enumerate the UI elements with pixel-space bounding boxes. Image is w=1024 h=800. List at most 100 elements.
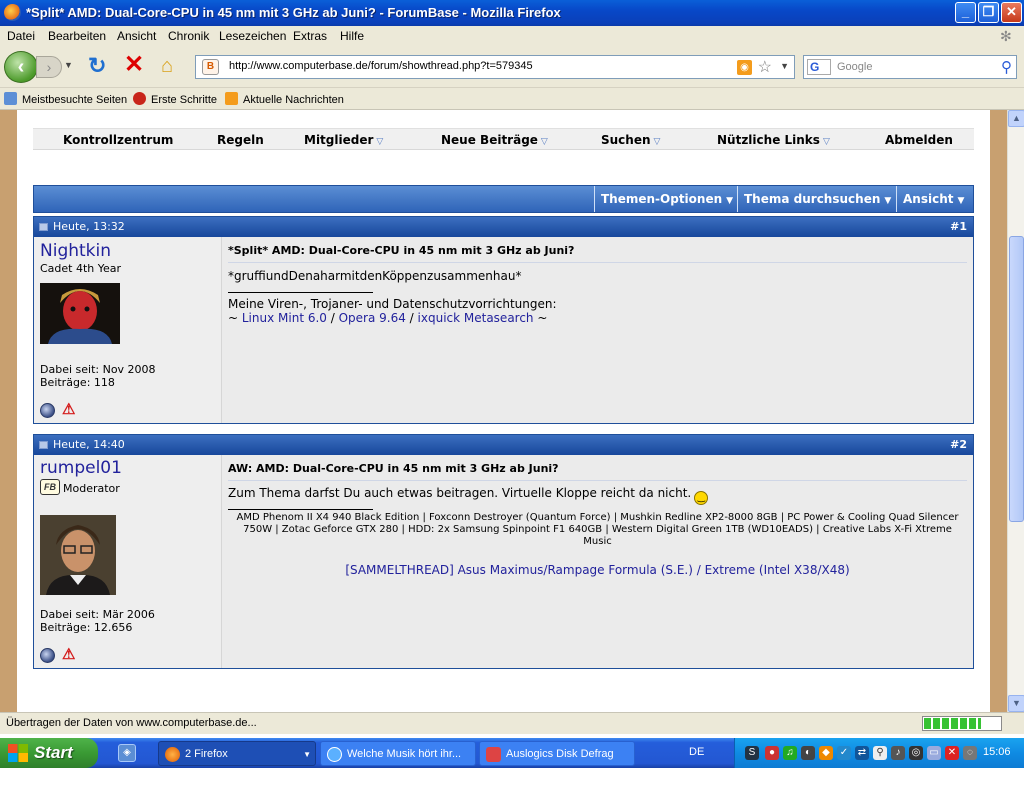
signature-link-linux-mint[interactable]: Linux Mint 6.0 xyxy=(242,311,327,325)
search-input[interactable]: Google xyxy=(837,61,872,73)
language-indicator[interactable]: DE xyxy=(689,746,704,758)
page-viewport[interactable]: Kontrollzentrum Regeln Mitglieder ▽ Neue … xyxy=(0,110,1007,712)
search-engine-icon[interactable]: G xyxy=(807,59,831,75)
back-button[interactable]: ‹ xyxy=(4,51,38,83)
forward-button[interactable]: › xyxy=(36,56,62,78)
signature-suffix: ~ xyxy=(533,311,548,325)
post-number-link[interactable]: #1 xyxy=(950,220,967,233)
nav-neue-beitraege[interactable]: Neue Beiträge ▽ xyxy=(441,133,548,147)
nav-label: Neue Beiträge xyxy=(441,133,538,147)
bookmark-erste-schritte[interactable]: Erste Schritte xyxy=(133,92,217,106)
signature-sammelthread-link[interactable]: [SAMMELTHREAD] Asus Maximus/Rampage Form… xyxy=(222,563,973,577)
nav-mitglieder[interactable]: Mitglieder ▽ xyxy=(304,133,383,147)
reload-button[interactable]: ↻ xyxy=(88,55,106,77)
signature-link-ixquick[interactable]: ixquick Metasearch xyxy=(418,311,534,325)
report-warning-icon[interactable]: ⚠ xyxy=(62,647,78,663)
start-label: Start xyxy=(34,743,73,762)
bookmark-label: Meistbesuchte Seiten xyxy=(22,94,128,106)
start-button[interactable]: Start xyxy=(0,738,98,768)
report-warning-icon[interactable]: ⚠ xyxy=(62,402,78,418)
bookmark-meistbesuchte[interactable]: Meistbesuchte Seiten xyxy=(4,92,127,106)
post-number-link[interactable]: #2 xyxy=(950,438,967,451)
status-text: Übertragen der Daten von www.computerbas… xyxy=(6,717,257,729)
window-titlebar[interactable]: *Split* AMD: Dual-Core-CPU in 45 nm mit … xyxy=(0,0,1024,26)
search-bar[interactable]: G Google ⚲ xyxy=(803,55,1017,79)
task-group-dropdown-icon: ▼ xyxy=(303,750,311,759)
toolbar-label: Ansicht xyxy=(903,192,954,206)
menu-extras[interactable]: Extras xyxy=(293,29,327,43)
history-dropdown-icon[interactable]: ▼ xyxy=(64,60,73,70)
taskbar-disk-defrag[interactable]: Auslogics Disk Defrag xyxy=(479,741,635,766)
nav-suchen[interactable]: Suchen ▽ xyxy=(601,133,660,147)
bookmark-label: Erste Schritte xyxy=(151,94,218,106)
bookmark-aktuelle-nachrichten[interactable]: Aktuelle Nachrichten xyxy=(225,92,344,106)
menu-hilfe[interactable]: Hilfe xyxy=(340,29,364,43)
user-joined: Dabei seit: Mär 2006 xyxy=(40,608,155,621)
taskbar-firefox-group[interactable]: 2 Firefox ▼ xyxy=(158,741,316,766)
tray-app-icon[interactable]: S xyxy=(745,746,759,760)
post-user-pane: Nightkin Cadet 4th Year Dabei seit: Nov … xyxy=(34,237,222,423)
menu-chronik[interactable]: Chronik xyxy=(168,29,209,43)
signature-link-opera[interactable]: Opera 9.64 xyxy=(339,311,406,325)
user-joined: Dabei seit: Nov 2008 xyxy=(40,363,156,376)
tray-app-icon[interactable]: ◆ xyxy=(819,746,833,760)
signature-specs: AMD Phenom II X4 940 Black Edition | Fox… xyxy=(236,512,959,547)
url-bar[interactable]: B http://www.computerbase.de/forum/showt… xyxy=(195,55,795,79)
view-mode-button[interactable]: Ansicht ▼ xyxy=(896,186,970,212)
scroll-thumb[interactable] xyxy=(1009,236,1024,522)
security-icon[interactable]: ✕ xyxy=(945,746,959,760)
search-icon[interactable]: ⚲ xyxy=(1001,58,1012,76)
bookmark-star-icon[interactable]: ☆ xyxy=(758,57,772,77)
nav-nuetzliche-links[interactable]: Nützliche Links ▽ xyxy=(717,133,830,147)
nav-abmelden[interactable]: Abmelden xyxy=(885,133,953,147)
display-icon[interactable]: ▭ xyxy=(927,746,941,760)
thread-options-button[interactable]: Themen-Optionen ▼ xyxy=(594,186,739,212)
nav-label: Nützliche Links xyxy=(717,133,820,147)
tray-app-icon[interactable]: ◐ xyxy=(801,746,815,760)
nav-regeln[interactable]: Regeln xyxy=(217,133,264,147)
vertical-scrollbar[interactable]: ▲ ▼ xyxy=(1007,110,1024,712)
tray-app-icon[interactable]: ◌ xyxy=(963,746,977,760)
thread-toolbar: Themen-Optionen ▼ Thema durchsuchen ▼ Ansi… xyxy=(33,185,974,213)
stop-button[interactable]: ✕ xyxy=(124,53,144,77)
tray-app-icon[interactable]: ● xyxy=(765,746,779,760)
clock[interactable]: 15:06 xyxy=(983,746,1011,758)
close-button[interactable]: ✕ xyxy=(1001,2,1022,23)
username-link[interactable]: Nightkin xyxy=(40,241,111,261)
volume-icon[interactable]: ♪ xyxy=(891,746,905,760)
scroll-up-arrow[interactable]: ▲ xyxy=(1008,110,1024,127)
chevron-down-icon: ▼ xyxy=(957,196,965,206)
url-text[interactable]: http://www.computerbase.de/forum/showthr… xyxy=(229,60,533,72)
menu-bearbeiten[interactable]: Bearbeiten xyxy=(48,29,106,43)
signature-separator: / xyxy=(326,311,339,325)
toolbar-label: Thema durchsuchen xyxy=(744,192,881,206)
menu-datei[interactable]: Datei xyxy=(7,29,35,43)
tray-app-icon[interactable]: ✓ xyxy=(837,746,851,760)
online-status-icon[interactable] xyxy=(40,648,55,663)
tray-app-icon[interactable]: ◎ xyxy=(909,746,923,760)
site-favicon[interactable]: B xyxy=(202,59,219,75)
username-link[interactable]: rumpel01 xyxy=(40,458,122,478)
quicklaunch-icon[interactable]: ◈ xyxy=(118,744,136,762)
taskbar-ie-window[interactable]: Welche Musik hört ihr... xyxy=(320,741,476,766)
minimize-button[interactable]: _ xyxy=(955,2,976,23)
avatar[interactable] xyxy=(40,283,120,344)
url-dropdown-icon[interactable]: ▼ xyxy=(780,61,789,71)
signature-line: Meine Viren-, Trojaner- und Datenschutzv… xyxy=(228,297,557,311)
dropdown-arrow-icon: ▽ xyxy=(822,137,830,147)
home-button[interactable]: ⌂ xyxy=(161,55,173,77)
search-thread-button[interactable]: Thema durchsuchen ▼ xyxy=(737,186,897,212)
network-icon[interactable]: ⇄ xyxy=(855,746,869,760)
navigation-toolbar: ‹ › ▼ ↻ ✕ ⌂ B http://www.computerbase.de… xyxy=(0,46,1024,88)
menu-ansicht[interactable]: Ansicht xyxy=(117,29,156,43)
tray-app-icon[interactable]: ♫ xyxy=(783,746,797,760)
menu-lesezeichen[interactable]: Lesezeichen xyxy=(219,29,286,43)
scroll-down-arrow[interactable]: ▼ xyxy=(1008,695,1024,712)
maximize-button[interactable]: ❐ xyxy=(978,2,999,23)
avatar[interactable] xyxy=(40,515,116,595)
nav-kontrollzentrum[interactable]: Kontrollzentrum xyxy=(63,133,173,147)
search-tray-icon[interactable]: ⚲ xyxy=(873,746,887,760)
post-header: Heute, 14:40 #2 xyxy=(34,435,973,455)
rss-icon[interactable]: ◉ xyxy=(737,60,752,75)
online-status-icon[interactable] xyxy=(40,403,55,418)
